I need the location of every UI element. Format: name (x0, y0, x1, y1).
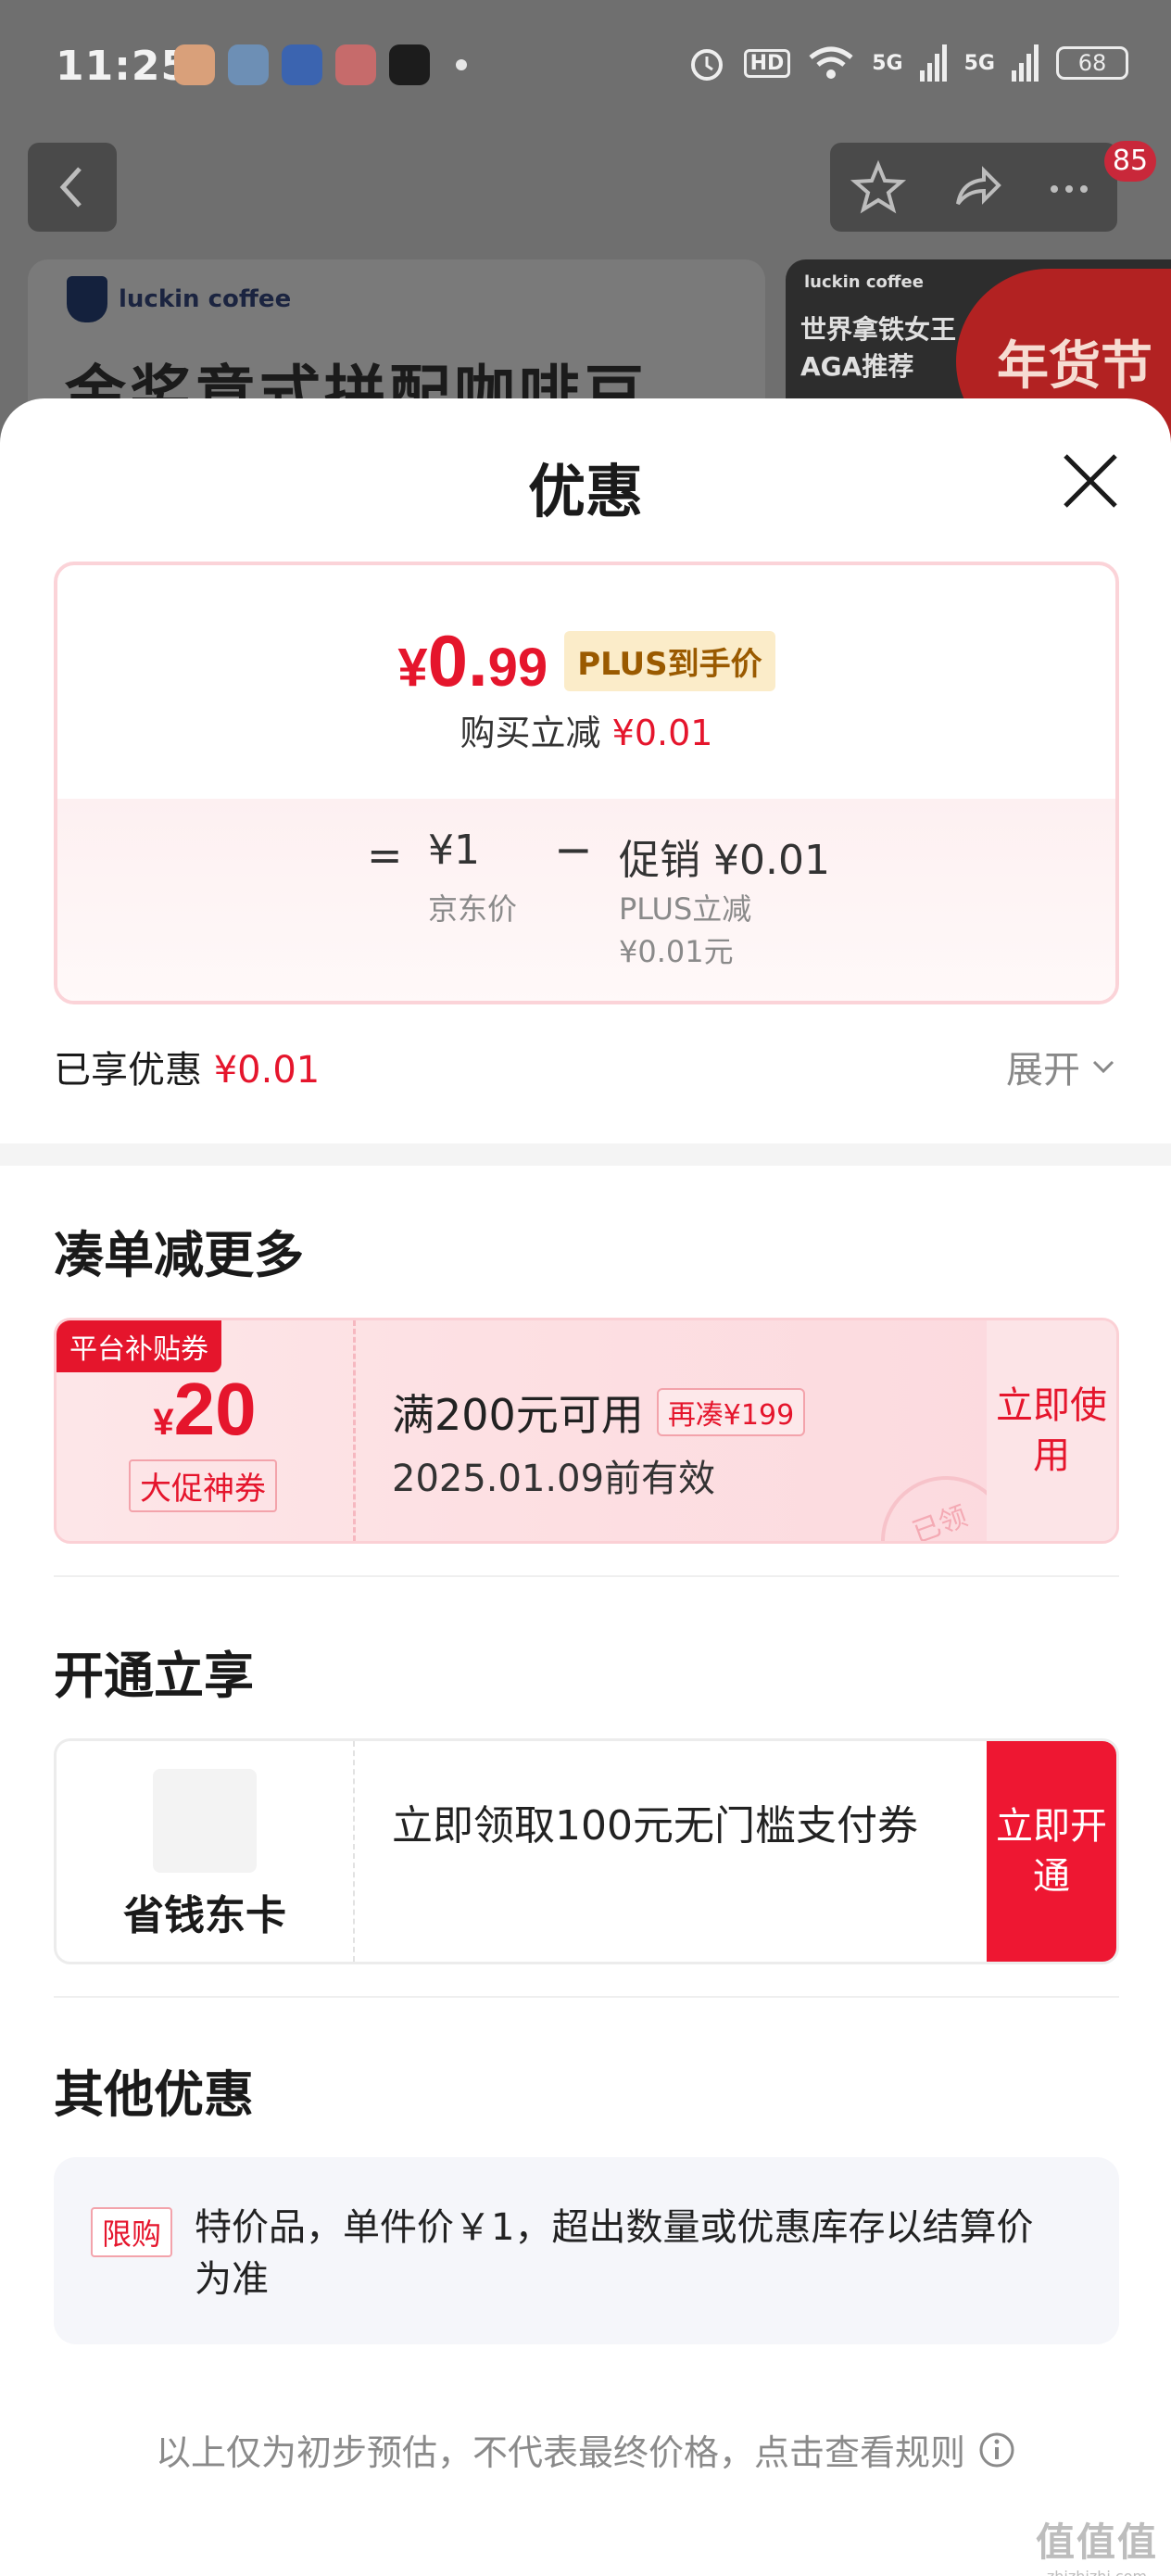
price-summary: ¥0.99 PLUS到手价 购买立减 ¥0.01 (57, 565, 1115, 799)
plus-reduction-label: PLUS立减 (619, 891, 752, 927)
minus-sign: − (554, 823, 593, 877)
close-icon[interactable] (1056, 447, 1125, 515)
info-icon (979, 2432, 1014, 2467)
chevron-down-icon (1092, 1060, 1114, 1074)
more-notifications-dot (456, 59, 467, 70)
equals-sign: = (367, 830, 403, 880)
site-watermark: 值值值 zhizhizhi.com (1035, 2519, 1158, 2576)
app-icon-4 (389, 44, 430, 85)
back-button[interactable] (28, 143, 117, 232)
coupon-card[interactable]: 平台补贴券 ¥20 大促神券 满200元可用 再凑¥199 2025.01.09… (54, 1318, 1119, 1544)
alarm-icon (690, 49, 723, 81)
signal-icon-2 (1012, 44, 1039, 82)
hd-indicator: HD (743, 48, 791, 78)
enjoyed-discount: 已享优惠 ¥0.01 (54, 1049, 321, 1092)
network-5g-2: 5G (963, 51, 995, 75)
wallet-app-icon (228, 44, 269, 85)
member-benefit: 立即领取100元无门槛支付券 (392, 1802, 918, 1850)
coupon-badge: 大促神券 (129, 1459, 277, 1512)
divider (54, 1996, 1119, 1998)
system-icons: HD 5G 5G 68 (686, 43, 1128, 83)
member-card[interactable]: 省钱东卡 立即领取100元无门槛支付券 立即开通 (54, 1738, 1119, 1964)
star-icon[interactable] (834, 143, 923, 232)
more-icon[interactable] (1025, 143, 1114, 232)
member-divider (353, 1741, 355, 1962)
purchase-reduction: 购买立减 ¥0.01 (460, 713, 713, 753)
nav-actions (830, 143, 1117, 232)
rules-note[interactable]: 以上仅为初步预估，不代表最终价格，点击查看规则 (0, 2424, 1171, 2475)
status-bar: 11:25 HD 5G 5G 68 (0, 0, 1171, 137)
divider (54, 1575, 1119, 1577)
jd-price-label: 京东价 (428, 891, 518, 927)
coupon-section-title: 凑单减更多 (54, 1226, 304, 1284)
member-card-name: 省钱东卡 (123, 1892, 286, 1939)
promo-discount: 促销 ¥0.01 (619, 837, 830, 884)
app-icon-3 (335, 44, 376, 85)
price-card: ¥0.99 PLUS到手价 购买立减 ¥0.01 = ¥1 京东价 − 促销 ¥… (54, 562, 1119, 1004)
app-icon-1 (174, 44, 215, 85)
discount-sheet: 优惠 ¥0.99 PLUS到手价 购买立减 ¥0.01 = ¥1 京东价 − 促… (0, 398, 1171, 2576)
share-icon[interactable] (930, 143, 1019, 232)
final-price: ¥0.99 (397, 620, 548, 701)
limit-tag: 限购 (91, 2207, 173, 2257)
plus-price-tag: PLUS到手价 (564, 631, 775, 691)
jd-price: ¥1 (428, 827, 480, 874)
network-5g-1: 5G (872, 51, 903, 75)
coupon-more-needed: 再凑¥199 (656, 1388, 806, 1436)
coupon-type-tag: 平台补贴券 (57, 1320, 221, 1372)
other-section-title: 其他优惠 (54, 2065, 254, 2124)
expand-toggle[interactable]: 展开 (1006, 1040, 1117, 1093)
price-breakdown: = ¥1 京东价 − 促销 ¥0.01 PLUS立减 ¥0.01元 (57, 799, 1115, 1001)
other-discount-box: 限购 特价品，单件价￥1，超出数量或优惠库存以结算价为准 (54, 2157, 1119, 2344)
message-count-badge: 85 (1104, 141, 1156, 182)
sheet-title: 优惠 (527, 458, 643, 525)
member-section-title: 开通立享 (54, 1647, 254, 1705)
savings-card-logo (153, 1769, 257, 1873)
signal-icon-1 (919, 44, 947, 82)
coupon-condition: 满200元可用 再凑¥199 (392, 1382, 806, 1443)
chevron-left-icon (59, 167, 82, 208)
coupon-expiry: 2025.01.09前有效 (392, 1458, 716, 1500)
deer-logo-icon (67, 276, 107, 322)
other-discount-text: 特价品，单件价￥1，超出数量或优惠库存以结算价为准 (195, 2206, 1034, 2301)
section-separator (0, 1143, 1171, 1166)
coupon-amount: ¥20 (153, 1368, 257, 1450)
notification-icons (174, 44, 467, 85)
activate-button[interactable]: 立即开通 (987, 1741, 1116, 1962)
wifi-icon (809, 46, 853, 79)
battery-indicator: 68 (1056, 46, 1128, 80)
app-icon-2 (282, 44, 322, 85)
brand-logo: luckin coffee (67, 276, 291, 322)
use-coupon-button[interactable]: 立即使用 (987, 1320, 1116, 1541)
plus-reduction-value: ¥0.01元 (619, 934, 734, 969)
coupon-divider (353, 1320, 356, 1541)
status-time: 11:25 (56, 43, 191, 90)
